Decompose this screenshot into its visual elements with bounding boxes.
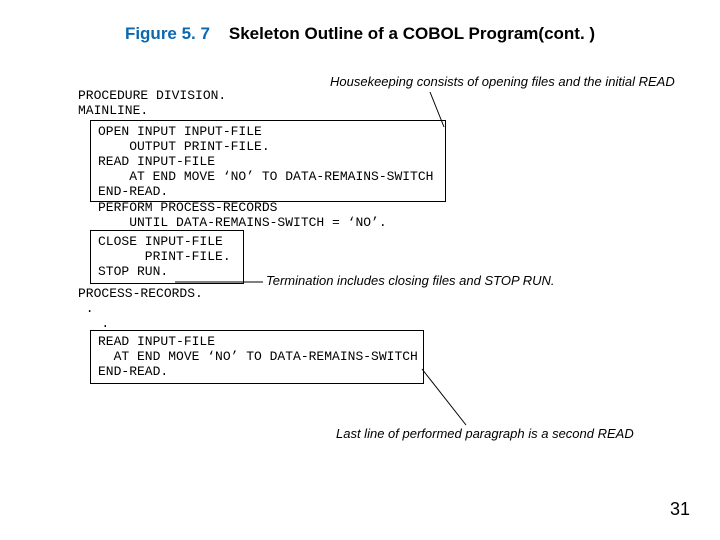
code-open-input: OPEN INPUT INPUT-FILE [98, 124, 262, 139]
figure-number: Figure 5. 7 [125, 24, 210, 43]
code-at-end-move: AT END MOVE ‘NO’ TO DATA-REMAINS-SWITCH [98, 169, 433, 184]
code-at-end-move-2: AT END MOVE ‘NO’ TO DATA-REMAINS-SWITCH [98, 349, 418, 364]
annotation-termination: Termination includes closing files and S… [266, 273, 555, 288]
code-dot-2: . [78, 316, 109, 331]
code-until: UNTIL DATA-REMAINS-SWITCH = ‘NO’. [98, 215, 387, 230]
code-read-input-2: READ INPUT-FILE [98, 334, 215, 349]
code-procedure-division: PROCEDURE DIVISION. [78, 88, 226, 103]
code-close-input: CLOSE INPUT-FILE [98, 234, 223, 249]
figure-title: Figure 5. 7 Skeleton Outline of a COBOL … [0, 24, 720, 44]
code-end-read-2: END-READ. [98, 364, 168, 379]
code-perform: PERFORM PROCESS-RECORDS [98, 200, 277, 215]
code-dot-1: . [78, 301, 94, 316]
code-print-file: PRINT-FILE. [98, 249, 231, 264]
figure-text: Skeleton Outline of a COBOL Program(cont… [229, 24, 595, 43]
code-output-print: OUTPUT PRINT-FILE. [98, 139, 270, 154]
annotation-housekeeping: Housekeeping consists of opening files a… [330, 74, 675, 89]
code-mainline: MAINLINE. [78, 103, 148, 118]
code-read-input: READ INPUT-FILE [98, 154, 215, 169]
annotation-lastline: Last line of performed paragraph is a se… [336, 426, 634, 441]
code-end-read-1: END-READ. [98, 184, 168, 199]
code-stop-run: STOP RUN. [98, 264, 168, 279]
page-number: 31 [670, 499, 690, 520]
code-process-records: PROCESS-RECORDS. [78, 286, 203, 301]
